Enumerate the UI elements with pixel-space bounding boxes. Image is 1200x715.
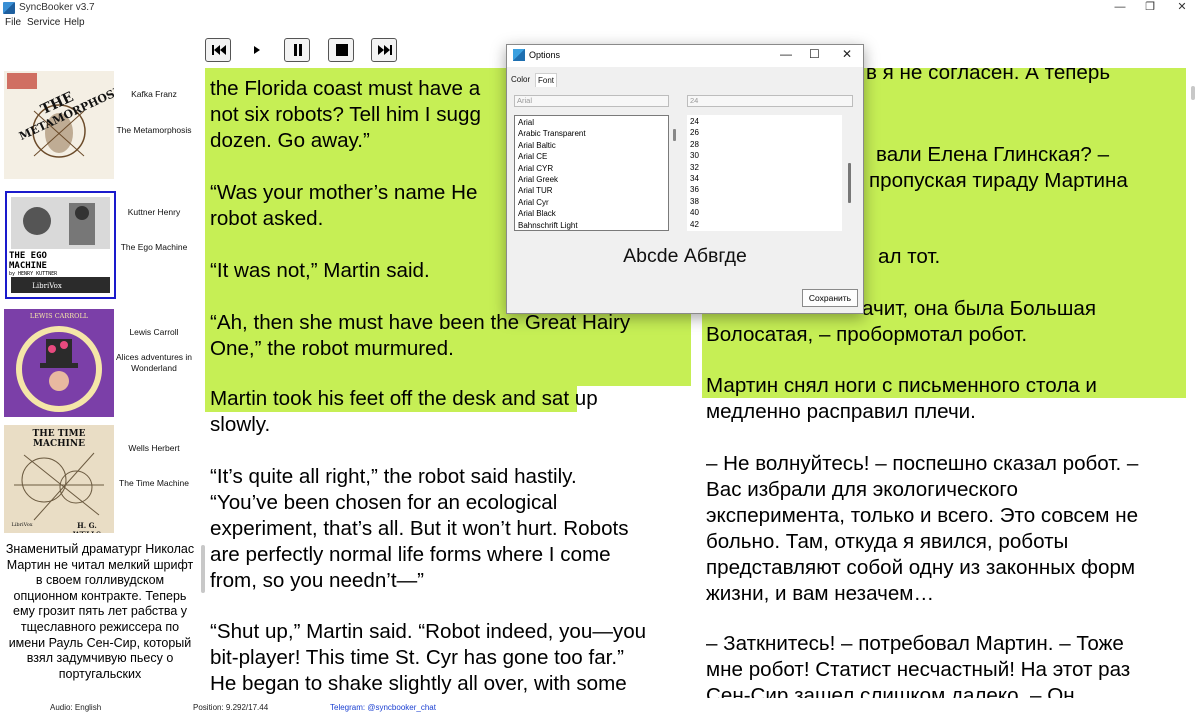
book-title: The Metamorphosis [116, 125, 192, 135]
font-size-field[interactable]: 24 [687, 95, 853, 107]
cover-title-line: THE EGO [9, 251, 47, 261]
book-summary: Знаменитый драматург Николас Мартин не ч… [5, 542, 195, 681]
cover-publisher: LibriVox [32, 282, 62, 290]
cover-author-line: LEWIS CARROLL [29, 312, 89, 320]
list-item[interactable]: 28 [690, 139, 699, 150]
scrollbar-thumb[interactable] [1191, 86, 1195, 100]
text-paragraph: – Заткнитесь! – потребовал Мартин. – Тож… [706, 632, 1131, 698]
text-paragraph: “It was not,” Martin said. [210, 259, 430, 282]
cover-title-line: MACHINE [9, 261, 47, 271]
book-title: Alices adventures in Wonderland [115, 352, 193, 373]
pause-button[interactable] [284, 38, 310, 62]
status-telegram-link[interactable]: Telegram: @syncbooker_chat [330, 703, 436, 712]
dialog-title: Options [529, 50, 561, 60]
list-item[interactable]: Arial Cyr [518, 197, 549, 208]
menu-file[interactable]: File [5, 17, 21, 28]
list-item[interactable]: 32 [690, 162, 699, 173]
close-button[interactable]: ✕ [1162, 0, 1200, 16]
book-author: Kuttner Henry [127, 207, 181, 217]
dialog-app-icon [513, 49, 525, 61]
font-list-scrollbar[interactable] [673, 129, 676, 141]
text-paragraph: “Ah, then she must have been the Great H… [210, 311, 631, 360]
tab-color[interactable]: Color [511, 75, 530, 84]
font-name-field[interactable]: Arial [514, 95, 669, 107]
book-item-alice[interactable]: LEWIS CARROLL Lewis Carroll Alices adven… [0, 304, 198, 418]
book-cover: THE TIME MACHINE H. G. WELLS LibriVox [4, 425, 114, 533]
text-paragraph: “Was your mother’s name He robot asked. [210, 181, 478, 230]
dialog-maximize-button[interactable]: ☐ [809, 47, 820, 61]
book-cover: THE METAMORPHOSIS [4, 71, 114, 179]
list-item[interactable]: Arial Greek [518, 174, 558, 185]
list-item[interactable]: 36 [690, 184, 699, 195]
list-item[interactable]: Arial TUR [518, 185, 553, 196]
dialog-close-button[interactable]: ✕ [842, 47, 852, 61]
book-item-ego-machine[interactable]: THE EGO MACHINE by HENRY KUTTNER LibriVo… [0, 184, 198, 299]
status-position: Position: 9.292/17.44 [193, 703, 269, 712]
text-paragraph: в я не согласен. А теперь [866, 68, 1111, 84]
cover-author-line: H. G. WELLS [73, 521, 101, 533]
window-title: SyncBooker v3.7 [19, 2, 95, 13]
pause-icon [294, 44, 302, 56]
font-preview: Abcde Абвгде [623, 245, 747, 267]
save-button[interactable]: Сохранить [802, 289, 858, 307]
cover-publisher: LibriVox [11, 522, 33, 528]
book-title: The Ego Machine [120, 242, 188, 252]
list-item[interactable]: 42 [690, 219, 699, 230]
play-icon [254, 46, 260, 54]
list-item[interactable]: Arial CYR [518, 163, 553, 174]
book-cover: LEWIS CARROLL [4, 309, 114, 417]
book-item-time-machine[interactable]: THE TIME MACHINE H. G. WELLS LibriVox We… [0, 420, 198, 534]
list-item[interactable]: Arial [518, 117, 534, 128]
skip-forward-icon [378, 45, 392, 55]
size-list[interactable]: 24 26 28 30 32 34 36 38 40 42 [687, 115, 842, 231]
russian-scrollbar[interactable] [1188, 66, 1198, 701]
cover-author-line: by HENRY KUTTNER [9, 271, 58, 277]
list-item[interactable]: Arial Black [518, 208, 556, 219]
menu-service[interactable]: Service [27, 17, 60, 28]
list-item[interactable]: 24 [690, 116, 699, 127]
tab-font[interactable]: Font [535, 73, 558, 87]
list-item[interactable]: 34 [690, 173, 699, 184]
book-cover: THE EGO MACHINE by HENRY KUTTNER LibriVo… [5, 191, 116, 299]
stop-icon [336, 44, 348, 56]
book-author: Kafka Franz [131, 89, 177, 99]
dialog-minimize-button[interactable]: — [780, 47, 792, 61]
text-paragraph: ал тот. [878, 245, 941, 268]
list-item[interactable]: 26 [690, 127, 699, 138]
book-author: Lewis Carroll [129, 327, 179, 337]
play-button[interactable] [243, 38, 269, 62]
stop-button[interactable] [328, 38, 354, 62]
list-item[interactable]: Arial Baltic [518, 140, 556, 151]
cover-art-icon [4, 309, 114, 417]
menu-help[interactable]: Help [64, 17, 85, 28]
text-paragraph: Мартин снял ноги с письменного стола и ме… [706, 374, 1097, 423]
app-icon [3, 2, 15, 14]
list-item[interactable]: Arabic Transparent [518, 128, 586, 139]
options-dialog: Options — ☐ ✕ Color Font Arial 24 Arial … [506, 44, 864, 314]
skip-back-icon [212, 45, 226, 55]
text-paragraph: вали Елена Глинская? – пропуская тираду … [869, 143, 1128, 192]
text-paragraph: the Florida coast must have a not six rob… [210, 77, 481, 152]
list-item[interactable]: Arial CE [518, 151, 547, 162]
next-button[interactable] [371, 38, 397, 62]
list-item[interactable]: 30 [690, 150, 699, 161]
list-item[interactable]: Bahnschrift Light [518, 220, 578, 230]
font-list[interactable]: Arial Arabic Transparent Arial Baltic Ar… [514, 115, 669, 231]
text-paragraph: Martin took his feet off the desk and sa… [210, 387, 598, 436]
list-item[interactable]: 40 [690, 207, 699, 218]
text-paragraph: “Shut up,” Martin said. “Robot indeed, y… [210, 620, 647, 695]
dialog-title-bar: Options — ☐ ✕ [507, 45, 863, 67]
previous-button[interactable] [205, 38, 231, 62]
list-item[interactable]: 38 [690, 196, 699, 207]
title-bar: SyncBooker v3.7 — ❐ ✕ [0, 0, 1200, 16]
size-list-scrollbar[interactable] [848, 163, 851, 203]
text-paragraph: – Не волнуйтесь! – поспешно сказал робот… [706, 452, 1139, 605]
book-author: Wells Herbert [128, 443, 180, 453]
book-list: THE METAMORPHOSIS Kafka Franz The Metamo… [0, 66, 198, 540]
status-audio: Audio: English [50, 703, 102, 712]
book-item-metamorphosis[interactable]: THE METAMORPHOSIS Kafka Franz The Metamo… [0, 66, 198, 180]
text-paragraph: “It’s quite all right,” the robot said h… [210, 465, 629, 592]
book-title: The Time Machine [119, 478, 189, 488]
cover-title-line: THE TIME MACHINE [32, 429, 86, 449]
